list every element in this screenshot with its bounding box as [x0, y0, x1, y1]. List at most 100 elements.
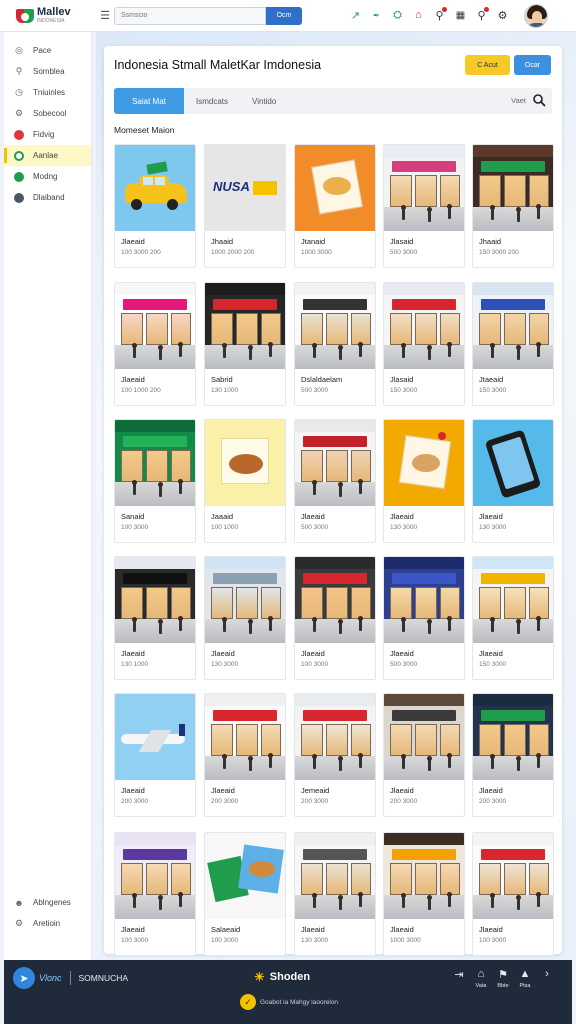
footer-brand[interactable]: ➤ Vlonc SOMNUCHA	[13, 967, 128, 989]
store-card[interactable]: Jlaeaid 100 3000 200	[114, 144, 196, 268]
store-card[interactable]: Jtanaid 1000 3000	[294, 144, 376, 268]
sidebar-item-dlaiband[interactable]: Dlaiband	[4, 187, 91, 208]
store-thumbnail	[115, 694, 195, 780]
store-card-title: Jlaeaid	[479, 512, 503, 521]
store-card[interactable]: Jlaeaid 100 1000 200	[114, 282, 196, 406]
trend-icon[interactable]: ↗	[346, 6, 365, 24]
store-card-meta: 1000 2000 200	[211, 249, 255, 256]
footer-export[interactable]: ⇥	[448, 968, 470, 989]
store-card[interactable]: Salaeaid 100 3000	[204, 832, 286, 956]
store-card-title: Jlaeaid	[390, 512, 414, 521]
store-card[interactable]: Jlaeaid 500 3000	[294, 419, 376, 543]
store-card[interactable]: Jlaeaid 100 3000	[294, 556, 376, 680]
house-icon[interactable]: ⌂	[409, 6, 428, 24]
chat-icon[interactable]: ✒	[367, 6, 386, 24]
store-card[interactable]: Jlaeaid 100 3000	[114, 832, 196, 956]
footer-filter[interactable]: ▲ Ptsa	[514, 968, 536, 989]
store-card[interactable]: Jlaeaid 200 3000	[204, 693, 286, 817]
sidebar-item-label: Somblea	[33, 67, 65, 76]
sidebar-item-label: Sobecool	[33, 109, 67, 118]
user-avatar[interactable]	[524, 4, 548, 28]
settings-icon[interactable]: ⚙	[493, 6, 512, 24]
sidebar-item-fidvig[interactable]: Fidvig	[4, 124, 91, 145]
primary-action-button[interactable]: C Acut	[465, 55, 510, 75]
clock-icon: ◷	[15, 87, 23, 97]
store-card[interactable]: Jlaeaid 130 3000	[294, 832, 376, 956]
sidebar-item-sobecool[interactable]: ⚙ Sobecool	[4, 103, 91, 124]
footer-home[interactable]: ⌂ Vata	[470, 968, 492, 989]
store-card-meta: 100 3000	[479, 937, 507, 944]
store-card[interactable]: Jlaeaid 100 3000	[472, 832, 554, 956]
alert-icon[interactable]: ⚲	[472, 6, 491, 24]
sidebar-item-ablngenes[interactable]: ☻ Ablngenes	[4, 892, 92, 913]
sidebar-item-somblea[interactable]: ⚲ Somblea	[4, 61, 91, 82]
store-thumbnail	[473, 694, 553, 780]
sidebar-item-aretioin[interactable]: ⚙ Aretioin	[4, 913, 92, 934]
store-thumbnail	[384, 557, 464, 643]
store-card-meta: 200 3000	[479, 798, 507, 805]
store-card-title: Jlaeaid	[121, 375, 145, 384]
secondary-action-button[interactable]: Ocar	[514, 55, 551, 75]
store-thumbnail	[115, 557, 195, 643]
store-card[interactable]: Jlasaid 150 3000	[383, 282, 465, 406]
store-card[interactable]: Dslaldaelam 500 3000	[294, 282, 376, 406]
store-card[interactable]: Sabrid 130 1000	[204, 282, 286, 406]
store-card-title: Jlaeaid	[479, 649, 503, 658]
green-dot-icon	[13, 171, 25, 183]
app-logo[interactable]: Mallev INDONESIA	[0, 7, 92, 25]
store-card[interactable]: Jlaeaid 130 1000	[114, 556, 196, 680]
store-card-meta: 130 3000	[479, 524, 507, 531]
store-card[interactable]: Jtaeaid 150 3000	[472, 282, 554, 406]
target-icon: ◎	[15, 45, 23, 55]
store-card[interactable]: Jlaeaid 1000 3000	[383, 832, 465, 956]
tab-saiat-mat[interactable]: Saiat Mat	[114, 88, 184, 114]
store-thumbnail	[473, 557, 553, 643]
store-card[interactable]: Jlaeaid 130 3000	[472, 419, 554, 543]
sidebar-item-aanlae[interactable]: Aanlae	[4, 145, 91, 166]
store-thumbnail	[115, 833, 195, 919]
tab-filter-label[interactable]: Vaet	[511, 96, 526, 105]
store-card[interactable]: Jlaeaid 130 3000	[204, 556, 286, 680]
store-card[interactable]: Jlaeaid 200 3000	[114, 693, 196, 817]
search-input[interactable]	[114, 6, 266, 25]
store-card[interactable]: Jlaeaid 500 3000	[383, 556, 465, 680]
tab-vintido[interactable]: Vintido	[240, 88, 288, 114]
store-card-meta: 150 3000 200	[479, 249, 519, 256]
store-card[interactable]: Jaaaid 100 1000	[204, 419, 286, 543]
people-icon: ☻	[14, 897, 24, 908]
store-card-title: Jemeaid	[301, 786, 330, 795]
sidebar-item-modng[interactable]: Modng	[4, 166, 91, 187]
calendar-icon[interactable]: ▦	[451, 6, 470, 24]
car-icon[interactable]: ⛭	[388, 6, 407, 24]
store-card[interactable]: Jemeaid 200 3000	[294, 693, 376, 817]
store-thumbnail	[205, 557, 285, 643]
store-card[interactable]: Jlaeaid 200 3000	[472, 693, 554, 817]
notification-icon[interactable]: ⚲	[430, 6, 449, 24]
store-card-title: Jlaeaid	[390, 786, 414, 795]
search-icon[interactable]	[532, 93, 546, 107]
store-card[interactable]: Sanaid 100 3000	[114, 419, 196, 543]
store-card[interactable]: Jlaeaid 200 3000	[383, 693, 465, 817]
store-card[interactable]: Jlaeaid 130 3000	[383, 419, 465, 543]
tab-ismdcats[interactable]: Ismdcats	[184, 88, 240, 114]
store-thumbnail	[205, 420, 285, 506]
sidebar-item-tniuinles[interactable]: ◷ Tniuinles	[4, 82, 91, 103]
store-thumbnail	[384, 833, 464, 919]
store-card-title: Jlasaid	[390, 375, 414, 384]
store-card-meta: 500 3000	[390, 661, 418, 668]
store-card[interactable]: Jlaeaid 150 3000	[472, 556, 554, 680]
store-card[interactable]: Jlasaid 500 3000	[383, 144, 465, 268]
store-card-title: Jtaeaid	[479, 375, 504, 384]
sidebar-item-pace[interactable]: ◎ Pace	[4, 40, 91, 61]
store-card-title: Jlaeaid	[211, 786, 235, 795]
footer-pin[interactable]: ⚑ Bbte	[492, 968, 514, 989]
search-button[interactable]: Ocm	[266, 6, 302, 25]
sidebar-item-label: Ablngenes	[33, 898, 71, 907]
store-card[interactable]: Jhaaid 150 3000 200	[472, 144, 554, 268]
store-card[interactable]: NUSA Jhaaid 1000 2000 200	[204, 144, 286, 268]
store-card-meta: 200 3000	[211, 798, 239, 805]
footer-next[interactable]: ›	[536, 968, 558, 989]
footer-icon-bar: ⇥ ⌂ Vata ⚑ Bbte ▲ Ptsa ›	[448, 968, 558, 989]
store-card-meta: 100 3000	[211, 937, 239, 944]
bird-icon: ➤	[13, 967, 35, 989]
